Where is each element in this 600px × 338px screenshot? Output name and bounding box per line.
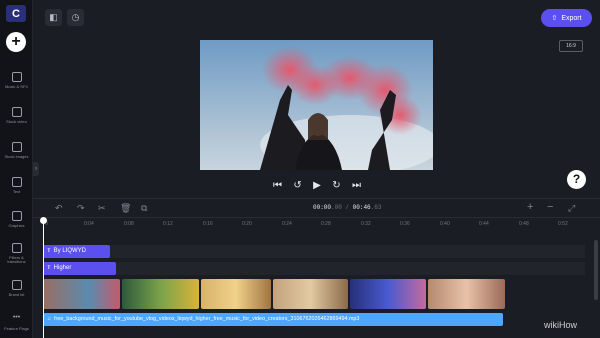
add-media-button[interactable]: + [6,32,26,52]
video-clip[interactable] [350,279,426,309]
playhead-handle[interactable] [40,217,47,224]
fit-to-screen-icon[interactable]: ⤢ [568,203,575,214]
video-clip[interactable] [122,279,199,309]
ruler-tick: 0:44 [479,221,489,227]
timeline-ruler[interactable]: 0 0:04 0:08 0:12 0:16 0:20 0:24 0:28 0:3… [33,220,600,232]
video-clip[interactable] [43,279,120,309]
ruler-tick: 0:32 [361,221,371,227]
text-track-1 [43,245,585,258]
timeline-toolbar: ↶ ↷ ✂ 🗑 ⧉ 00:00.00 / 00:46.63 + − ⤢ [33,198,600,218]
export-button[interactable]: ⇧ Export [541,9,592,27]
ruler-tick: 0:12 [163,221,173,227]
video-editor: C + Music & SFX Stock video Stock images… [0,0,600,338]
rewind-5-icon[interactable]: ↺ [293,180,301,191]
playback-controls: ⏮ ↺ ▶ ↻ ⏭ [273,178,361,192]
sidebar-collapse-button[interactable]: › [33,162,39,176]
layout-icon: ◧ [49,12,58,22]
watermark: wikiHow [544,320,578,330]
ruler-tick: 0:04 [84,221,94,227]
more-icon: ••• [12,314,21,321]
skip-back-icon[interactable]: ⏮ [273,180,282,191]
sidebar-item-feature-flags[interactable]: ••• Feature Flags [0,314,33,331]
video-clip[interactable] [273,279,348,309]
duplicate-icon[interactable]: ⧉ [141,203,147,214]
skip-forward-icon[interactable]: ⏭ [352,180,361,191]
app-logo[interactable]: C [6,5,26,22]
playhead[interactable] [43,220,44,338]
text-clip-icon: T [47,265,51,271]
zoom-in-icon[interactable]: + [527,201,533,213]
sidebar-item-stock-images[interactable]: Stock images [0,142,33,159]
help-button[interactable]: ? [567,170,586,189]
preview-frame [200,40,433,170]
ruler-tick: 0:24 [282,221,292,227]
upload-icon: ⇧ [551,15,558,22]
music-note-icon: ♫ [47,316,52,322]
text-track-2 [43,262,585,275]
ruler-tick: 0:08 [124,221,134,227]
sidebar-item-stock-video[interactable]: Stock video [0,107,33,124]
zoom-out-icon[interactable]: − [547,201,553,213]
audio-clip-label: free_background_music_for_youtube_vlog_v… [54,316,360,322]
text-clip-icon: T [47,248,51,254]
video-preview[interactable] [200,40,433,170]
ruler-tick: 0:20 [242,221,252,227]
ruler-tick: 0:52 [558,221,568,227]
redo-icon[interactable]: ↷ [77,203,85,214]
text-clip-by-liqwyd[interactable]: T By LIQWYD [43,245,110,258]
sidebar-item-text[interactable]: Text [0,177,33,194]
video-clip[interactable] [201,279,271,309]
ruler-tick: 0:16 [203,221,213,227]
layout-toggle-button[interactable]: ◧ [45,9,62,26]
video-track [43,279,505,309]
play-icon[interactable]: ▶ [313,180,321,191]
music-icon [11,72,22,82]
clock-icon: ◷ [71,12,80,22]
aspect-ratio-button[interactable]: 16:9 [559,40,583,52]
timeline-scrollbar[interactable] [594,240,598,300]
sidebar-item-filters[interactable]: Filters & transitions [0,243,33,265]
text-icon [11,177,22,187]
film-icon [11,107,22,117]
forward-5-icon[interactable]: ↻ [332,180,340,191]
image-icon [11,142,22,152]
history-button[interactable]: ◷ [67,9,84,26]
ruler-tick: 0:28 [321,221,331,227]
timecode: 00:00.00 / 00:46.63 [313,204,382,211]
filters-icon [11,243,22,253]
brand-kit-icon [11,280,22,290]
sidebar: C + Music & SFX Stock video Stock images… [0,0,33,338]
ruler-tick: 0:36 [400,221,410,227]
trash-icon[interactable]: 🗑 [120,203,131,214]
scissors-icon[interactable]: ✂ [98,203,106,214]
undo-icon[interactable]: ↶ [55,203,63,214]
sidebar-item-music[interactable]: Music & SFX [0,72,33,89]
audio-clip[interactable]: ♫ free_background_music_for_youtube_vlog_… [43,313,503,326]
export-label: Export [561,14,582,22]
sidebar-item-brand-kit[interactable]: Brand kit [0,280,33,297]
text-clip-higher[interactable]: T Higher [43,262,116,275]
ruler-tick: 0:40 [440,221,450,227]
ruler-tick: 0:48 [519,221,529,227]
shapes-icon [11,211,22,221]
video-clip[interactable] [428,279,505,309]
sidebar-item-graphics[interactable]: Graphics [0,211,33,228]
